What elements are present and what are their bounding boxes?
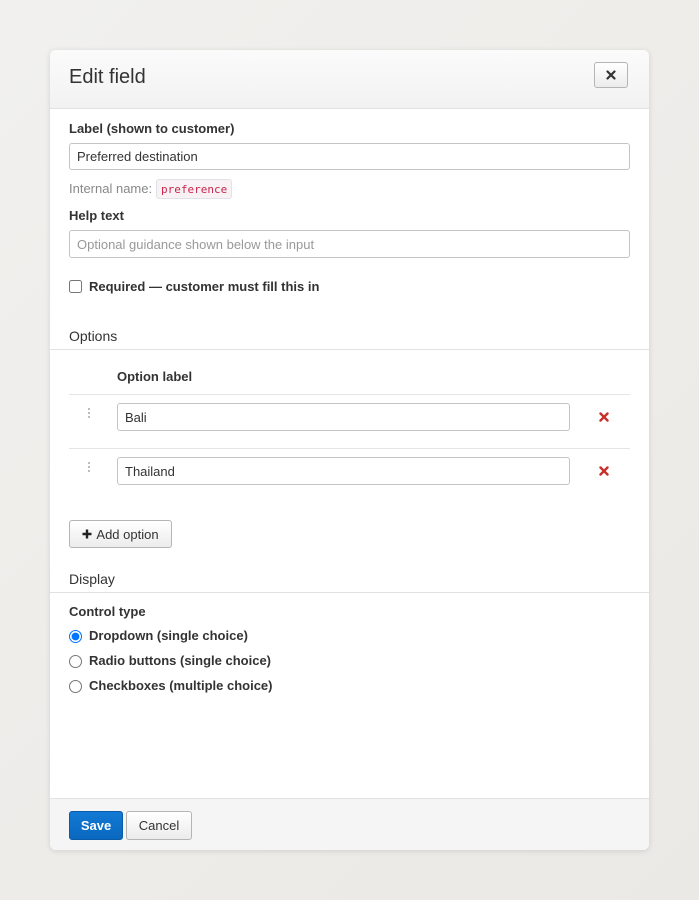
options-section-title: Options [69,328,118,344]
add-option-label: Add option [96,526,159,542]
display-divider [50,592,649,593]
option-row-divider [69,448,630,449]
drag-handle-icon[interactable] [87,408,91,420]
add-option-button[interactable]: Add option [69,520,172,548]
options-header-divider [69,394,630,395]
internal-name-code: preference [156,179,233,199]
option-label-input[interactable] [117,457,570,485]
required-checkbox[interactable] [69,280,82,293]
help-text-input[interactable] [69,230,630,258]
option-label-input[interactable] [117,403,570,431]
remove-option-icon[interactable] [599,466,609,476]
radio-buttons-radio[interactable] [69,655,82,668]
save-button[interactable]: Save [69,811,123,840]
edit-field-dialog: Edit field Label (shown to customer) Int… [50,50,649,850]
cancel-button[interactable]: Cancel [126,811,192,840]
plus-icon [82,529,92,539]
dropdown-radio[interactable] [69,630,82,643]
remove-option-icon[interactable] [599,412,609,422]
checkboxes-radio-label[interactable]: Checkboxes (multiple choice) [89,678,273,693]
required-label[interactable]: Required — customer must fill this in [89,279,319,294]
control-type-caption: Control type [69,604,146,619]
drag-handle-icon[interactable] [87,462,91,474]
dialog-header: Edit field [50,50,649,109]
help-text-caption: Help text [69,208,124,223]
dialog-title: Edit field [69,66,146,88]
option-label-column-header: Option label [117,369,193,384]
checkboxes-radio[interactable] [69,680,82,693]
label-input[interactable] [69,143,630,170]
dialog-footer: Save Cancel [50,798,649,850]
internal-name-caption: Internal name: [69,181,153,196]
close-icon [606,70,616,80]
label-caption: Label (shown to customer) [69,121,235,136]
dropdown-radio-label[interactable]: Dropdown (single choice) [89,628,248,643]
close-button[interactable] [594,62,628,88]
radio-buttons-radio-label[interactable]: Radio buttons (single choice) [89,653,271,668]
display-section-title: Display [69,571,115,587]
options-divider [50,349,649,350]
